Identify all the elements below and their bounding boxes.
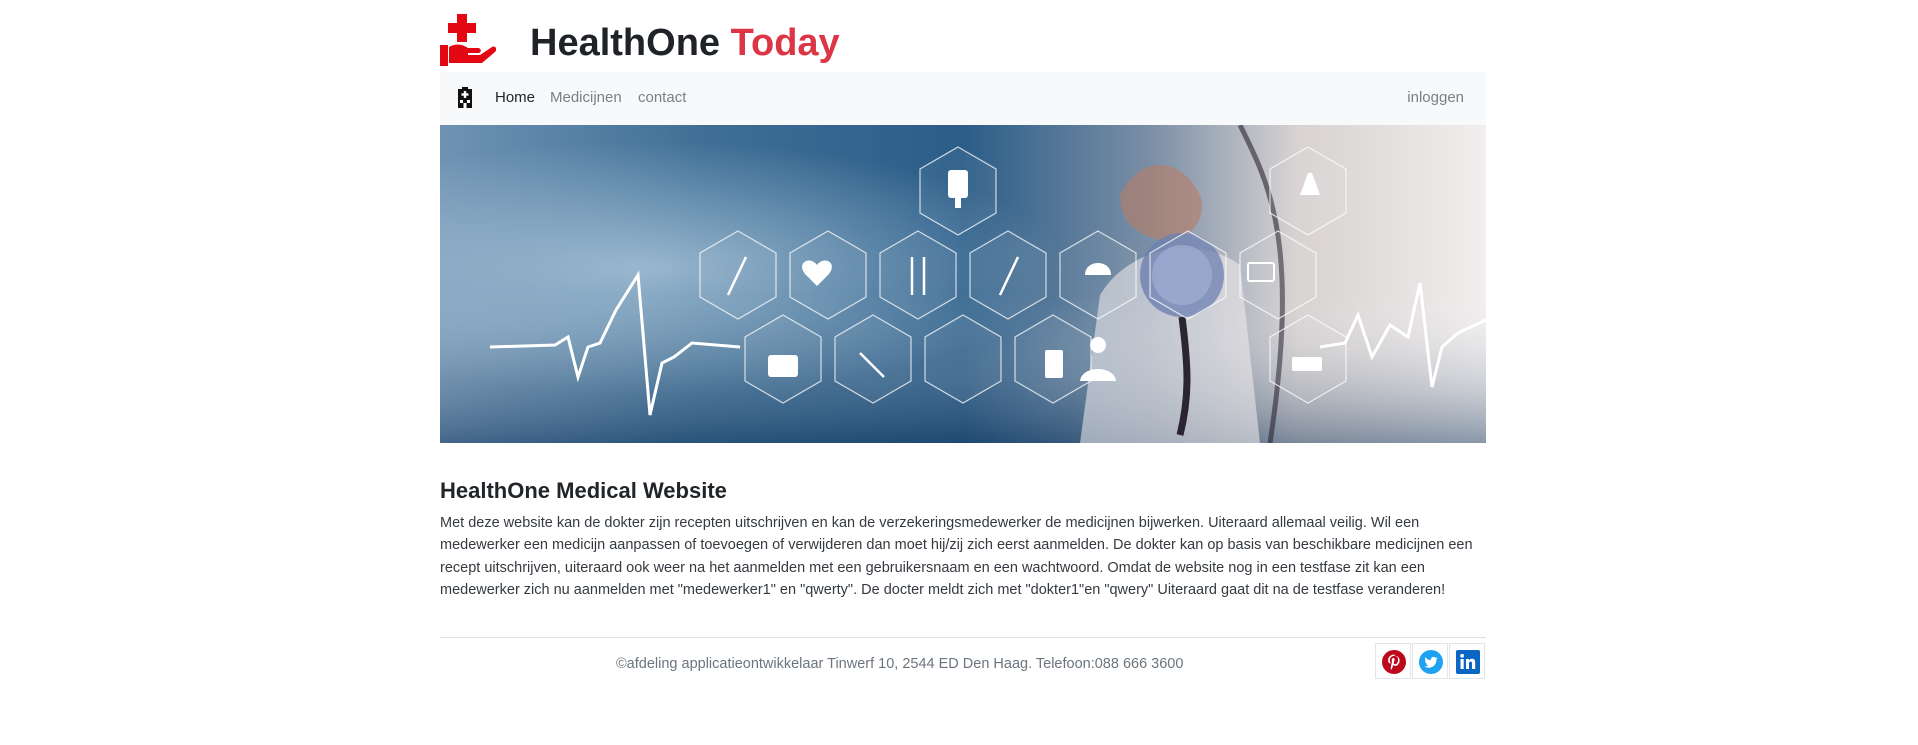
pinterest-icon: [1382, 650, 1406, 674]
content-text: Met deze website kan de dokter zijn rece…: [440, 515, 1473, 599]
site-title-part1: HealthOne: [530, 22, 721, 64]
pinterest-button[interactable]: [1375, 643, 1411, 679]
hospital-icon[interactable]: [454, 87, 476, 109]
footer-divider: [440, 637, 1486, 638]
nav-item-contact[interactable]: contact: [638, 89, 686, 106]
footer-text: ©afdeling applicatieontwikkelaar Tinwerf…: [616, 656, 1184, 672]
twitter-icon: [1419, 650, 1443, 674]
content-title: HealthOne Medical Website: [440, 478, 727, 503]
linkedin-button[interactable]: [1449, 643, 1485, 679]
site-title-part2: Today: [730, 22, 840, 64]
navbar: Home Medicijnen contact inloggen: [440, 72, 1486, 125]
login-link[interactable]: inloggen: [1407, 89, 1464, 106]
linkedin-icon: [1456, 650, 1480, 674]
site-title: HealthOne Today: [530, 22, 840, 65]
hero-banner-image: [440, 125, 1486, 443]
nav-item-home[interactable]: Home: [495, 89, 535, 106]
nav-item-medicijnen[interactable]: Medicijnen: [550, 89, 622, 106]
twitter-button[interactable]: [1412, 643, 1448, 679]
hand-holding-medical-icon: [440, 14, 496, 66]
site-header: HealthOne Today: [440, 14, 1486, 74]
